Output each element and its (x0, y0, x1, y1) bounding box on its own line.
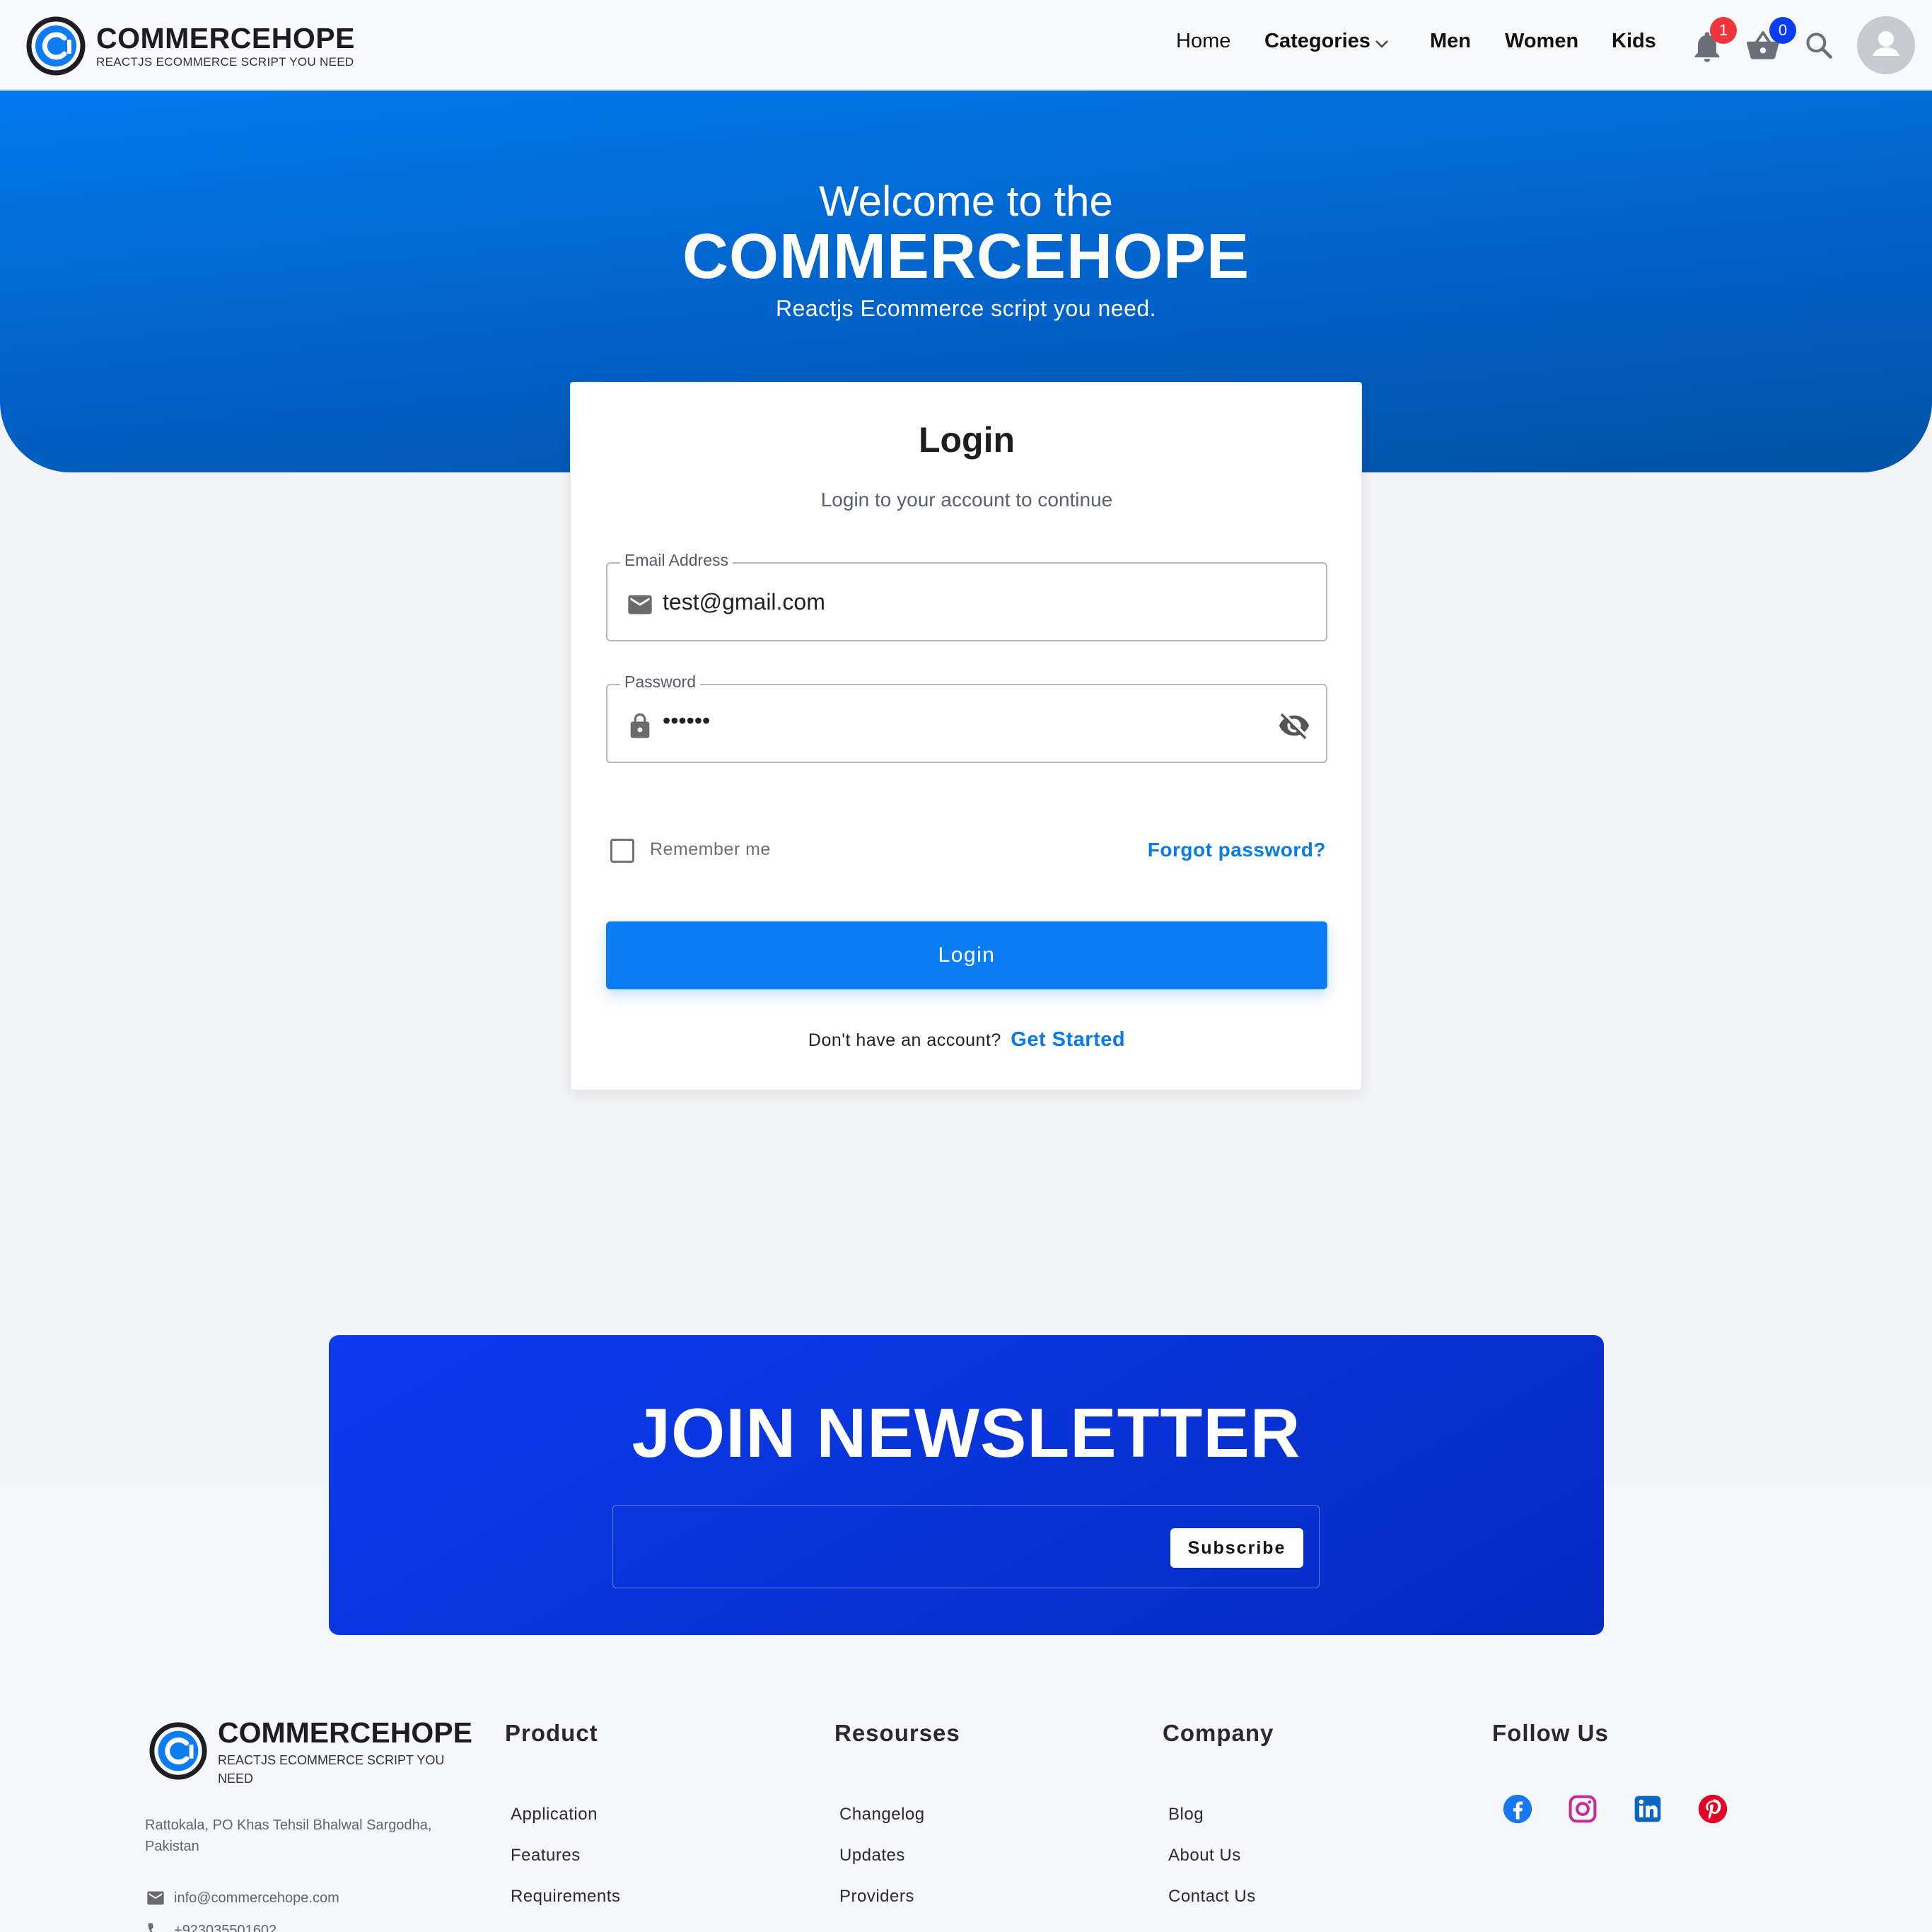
pinterest-icon[interactable] (1697, 1793, 1728, 1825)
brand-tagline: REACTJS ECOMMERCE SCRIPT YOU NEED (96, 55, 354, 69)
search-icon[interactable] (1803, 30, 1834, 61)
footer-link-blog[interactable]: Blog (1168, 1805, 1204, 1825)
user-avatar[interactable] (1857, 16, 1915, 74)
notification-count-badge: 1 (1710, 17, 1737, 44)
footer-phone-text: +923035501602 (174, 1922, 277, 1932)
login-card: Login Login to your account to continue … (570, 382, 1362, 1090)
logo-mark-icon (26, 16, 86, 76)
remember-me-label[interactable]: Remember me (650, 839, 771, 860)
footer-logo-mark-icon (149, 1722, 207, 1780)
hero-title: COMMERCEHOPE (682, 221, 1250, 292)
nav-men[interactable]: Men (1430, 30, 1471, 53)
cart-count-badge: 0 (1769, 17, 1796, 44)
nav-home[interactable]: Home (1176, 30, 1230, 53)
brand-logo[interactable]: COMMERCEHOPE REACTJS ECOMMERCE SCRIPT YO… (25, 16, 355, 76)
email-field[interactable]: Email Address (606, 551, 1327, 641)
footer-link-about-us[interactable]: About Us (1168, 1846, 1241, 1866)
newsletter-section: JOIN NEWSLETTER Subscribe (329, 1335, 1604, 1635)
nav-women[interactable]: Women (1505, 30, 1578, 53)
user-icon (1873, 31, 1899, 56)
newsletter-email-input[interactable]: Subscribe (612, 1505, 1320, 1588)
eye-off-icon[interactable] (1278, 709, 1310, 742)
password-input[interactable]: •••••• (663, 708, 1264, 734)
footer-resources-heading: Resourses (834, 1720, 960, 1746)
mail-icon (147, 1891, 164, 1905)
password-field-label: Password (620, 673, 700, 692)
footer-link-contact-us[interactable]: Contact Us (1168, 1887, 1256, 1907)
hero-welcome-text: Welcome to the (819, 178, 1113, 225)
nav-kids[interactable]: Kids (1612, 30, 1656, 53)
footer-link-requirements[interactable]: Requirements (511, 1887, 620, 1907)
footer-brand-name: COMMERCEHOPE (218, 1716, 472, 1749)
subscribe-button[interactable]: Subscribe (1170, 1528, 1303, 1568)
chevron-down-icon[interactable] (1375, 40, 1389, 48)
footer-link-application[interactable]: Application (511, 1805, 598, 1825)
hero-subtitle: Reactjs Ecommerce script you need. (775, 296, 1157, 321)
login-button[interactable]: Login (606, 921, 1327, 989)
footer-phone[interactable]: +923035501602 (146, 1921, 277, 1932)
forgot-password-link[interactable]: Forgot password? (1148, 839, 1326, 861)
footer-link-updates[interactable]: Updates (839, 1846, 905, 1866)
footer-company-heading: Company (1163, 1720, 1274, 1746)
nav-categories[interactable]: Categories (1264, 30, 1371, 53)
footer-link-changelog[interactable]: Changelog (839, 1805, 925, 1825)
footer-brand-logo[interactable]: COMMERCEHOPE REACTJS ECOMMERCE SCRIPT YO… (149, 1717, 472, 1788)
facebook-icon[interactable] (1502, 1793, 1533, 1825)
instagram-icon[interactable] (1567, 1793, 1598, 1825)
lock-icon (630, 713, 650, 738)
login-title: Login (918, 420, 1016, 460)
top-header: COMMERCEHOPE REACTJS ECOMMERCE SCRIPT YO… (0, 0, 1932, 90)
footer-brand-tagline: REACTJS ECOMMERCE SCRIPT YOU NEED (218, 1753, 445, 1786)
newsletter-title: JOIN NEWSLETTER (632, 1394, 1301, 1472)
footer-follow-heading: Follow Us (1492, 1720, 1609, 1746)
password-field[interactable]: Password •••••• (606, 673, 1327, 763)
remember-me-checkbox[interactable] (610, 839, 634, 863)
email-input[interactable] (663, 589, 1264, 615)
footer-address: Rattokala, PO Khas Tehsil Bhalwal Sargod… (145, 1817, 432, 1854)
signup-prompt: Don't have an account? Get Started (571, 1028, 1363, 1052)
signup-prompt-text: Don't have an account? (808, 1030, 1001, 1050)
phone-icon (148, 1923, 153, 1932)
brand-name: COMMERCEHOPE (96, 22, 355, 54)
linkedin-icon[interactable] (1632, 1793, 1663, 1825)
mail-icon (628, 595, 652, 615)
footer-link-providers[interactable]: Providers (839, 1887, 914, 1907)
footer-link-features[interactable]: Features (511, 1846, 581, 1866)
login-subtitle: Login to your account to continue (820, 489, 1113, 511)
email-field-label: Email Address (620, 551, 733, 570)
footer-email[interactable]: info@commercehope.com (146, 1888, 339, 1908)
footer-product-heading: Product (505, 1720, 598, 1746)
footer-email-text: info@commercehope.com (174, 1890, 339, 1906)
get-started-link[interactable]: Get Started (1011, 1028, 1125, 1051)
